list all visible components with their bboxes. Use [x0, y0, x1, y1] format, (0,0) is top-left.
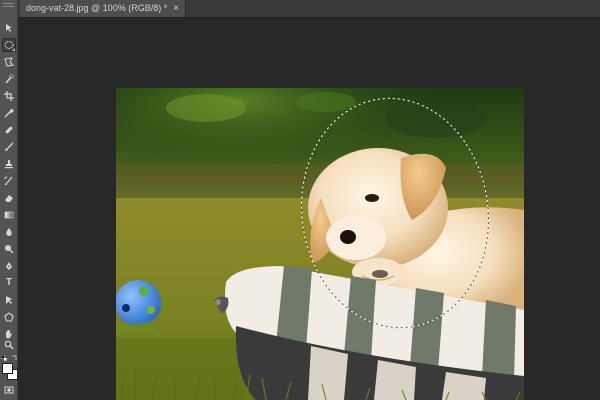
- elliptical-marquee-tool[interactable]: [2, 38, 16, 52]
- document-canvas[interactable]: [116, 88, 524, 400]
- blur-tool[interactable]: [2, 225, 16, 239]
- history-brush-icon: [4, 176, 13, 185]
- crop-tool[interactable]: [2, 89, 16, 103]
- foreground-color-swatch[interactable]: [2, 363, 13, 374]
- tools-panel: T: [0, 0, 18, 400]
- close-icon[interactable]: ×: [173, 0, 179, 17]
- brush-icon: [5, 142, 14, 151]
- zoom-icon: [4, 340, 14, 350]
- quick-selection-tool[interactable]: [2, 72, 16, 86]
- gradient-icon: [4, 211, 14, 219]
- eyedropper-tool[interactable]: [2, 106, 16, 120]
- quick-mask-icon: [4, 386, 14, 394]
- eraser-icon: [5, 195, 13, 202]
- gradient-tool[interactable]: [2, 208, 16, 222]
- lasso-icon: [4, 57, 14, 67]
- move-icon: [6, 24, 12, 32]
- move-tool[interactable]: [2, 21, 16, 35]
- quick-selection-icon: [5, 74, 14, 84]
- shape-tool[interactable]: [2, 310, 16, 324]
- swap-colors-icon[interactable]: [11, 355, 17, 361]
- panel-grip[interactable]: [3, 3, 14, 7]
- quick-mask-button[interactable]: [2, 383, 16, 397]
- type-tool[interactable]: T: [2, 276, 16, 290]
- path-selection-tool[interactable]: [2, 293, 16, 307]
- pen-icon: [6, 262, 12, 270]
- lasso-tool[interactable]: [2, 55, 16, 69]
- brush-tool[interactable]: [2, 140, 16, 154]
- bandage-icon: [5, 126, 13, 134]
- document-tab[interactable]: dong-vat-28.jpg @ 100% (RGB/8) * ×: [20, 0, 187, 17]
- eraser-tool[interactable]: [2, 191, 16, 205]
- stamp-icon: [5, 160, 13, 169]
- spot-healing-tool[interactable]: [2, 123, 16, 137]
- dodge-icon: [5, 245, 14, 254]
- clone-stamp-tool[interactable]: [2, 157, 16, 171]
- eyedropper-icon: [4, 108, 14, 118]
- drop-icon: [6, 228, 12, 236]
- path-selection-icon: [6, 296, 12, 304]
- default-colors-icon[interactable]: [1, 355, 7, 361]
- shape-icon: [4, 312, 14, 322]
- pen-tool[interactable]: [2, 259, 16, 273]
- tool-flyout-indicator: [12, 48, 15, 51]
- type-icon: T: [5, 277, 13, 288]
- history-brush-tool[interactable]: [2, 174, 16, 188]
- crop-icon: [4, 91, 14, 101]
- document-tab-bar: dong-vat-28.jpg @ 100% (RGB/8) * ×: [18, 0, 600, 18]
- dodge-tool[interactable]: [2, 242, 16, 256]
- document-tab-title: dong-vat-28.jpg @ 100% (RGB/8) *: [26, 3, 168, 13]
- photo-image: [116, 88, 524, 400]
- zoom-tool[interactable]: [2, 338, 16, 352]
